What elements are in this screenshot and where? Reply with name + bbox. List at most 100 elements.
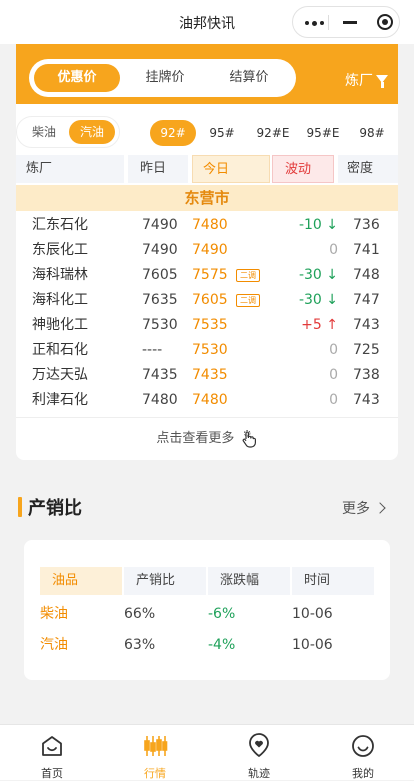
- price-change: 0: [278, 388, 338, 413]
- grade-92[interactable]: 92#: [150, 120, 196, 146]
- price-change-value: +5: [301, 317, 322, 333]
- ratio-header-date: 时间: [292, 567, 374, 595]
- tab-discount-price[interactable]: 优惠价: [34, 64, 120, 92]
- refinery-name: 海科化工: [32, 292, 88, 308]
- price-row[interactable]: 东辰化工 7490 7490 0 741: [16, 238, 398, 263]
- ratio-date: 10-06: [292, 606, 333, 622]
- nav-track[interactable]: 轨迹: [229, 725, 289, 781]
- grade-95e[interactable]: 95#E: [298, 120, 348, 146]
- density-value: 725: [353, 342, 380, 358]
- grade-92e[interactable]: 92#E: [248, 120, 298, 146]
- city-header: 东营市: [16, 185, 398, 211]
- yesterday-price: 7530: [142, 317, 178, 333]
- price-change-value: 0: [329, 367, 338, 383]
- yesterday-price: ----: [142, 342, 163, 358]
- density-value: 748: [353, 267, 380, 283]
- price-change: -10 ↓: [278, 213, 338, 238]
- arrow-down-icon: ↓: [321, 267, 338, 283]
- fuel-gasoline[interactable]: 汽油: [69, 120, 115, 144]
- price-type-tabs: 优惠价 挂牌价 结算价: [29, 59, 296, 97]
- today-price: 7530: [192, 342, 228, 358]
- close-icon[interactable]: [377, 14, 393, 30]
- refinery-name: 万达天弘: [32, 367, 88, 383]
- ratio-value: 63%: [124, 637, 156, 653]
- price-row[interactable]: 神驰化工 7530 7535 +5 ↑ 743: [16, 313, 398, 338]
- price-change: 0: [278, 338, 338, 363]
- density-value: 738: [353, 367, 380, 383]
- nav-market[interactable]: 行情: [125, 725, 185, 781]
- yesterday-price: 7605: [142, 267, 178, 283]
- filter-icon: [376, 75, 388, 88]
- price-change: 0: [278, 363, 338, 388]
- price-row[interactable]: 正和石化 ---- 7530 0 725: [16, 338, 398, 363]
- adjustment-badge: 二调: [236, 294, 260, 307]
- arrow-down-icon: ↓: [321, 292, 338, 308]
- price-row[interactable]: 海科瑞林 7605 7575 二调 -30 ↓ 748: [16, 263, 398, 288]
- yesterday-price: 7480: [142, 392, 178, 408]
- today-price: 7535: [192, 317, 228, 333]
- header-change: 波动: [272, 155, 334, 183]
- ratio-date: 10-06: [292, 637, 333, 653]
- price-row[interactable]: 万达天弘 7435 7435 0 738: [16, 363, 398, 388]
- grade-98[interactable]: 98#: [350, 120, 394, 146]
- refinery-name: 利津石化: [32, 392, 88, 408]
- fuel-type-switch: 柴油 汽油: [16, 116, 120, 148]
- density-value: 747: [353, 292, 380, 308]
- ratio-header-change: 涨跌幅: [208, 567, 290, 595]
- price-change: -30 ↓: [278, 263, 338, 288]
- price-change-value: -10: [298, 217, 322, 233]
- today-price: 7480: [192, 392, 228, 408]
- fuel-diesel[interactable]: 柴油: [21, 120, 67, 144]
- tab-list-price[interactable]: 挂牌价: [125, 64, 205, 92]
- ratio-more-link[interactable]: 更多: [342, 498, 386, 518]
- refinery-name: 东辰化工: [32, 242, 88, 258]
- today-price: 7605: [192, 292, 228, 308]
- refinery-name: 海科瑞林: [32, 267, 88, 283]
- density-value: 743: [353, 317, 380, 333]
- yesterday-price: 7435: [142, 367, 178, 383]
- refinery-name: 汇东石化: [32, 217, 88, 233]
- view-more-label: 点击查看更多: [156, 431, 235, 446]
- ratio-product: 柴油: [40, 606, 68, 622]
- tab-settlement-price[interactable]: 结算价: [209, 64, 289, 92]
- location-icon: [249, 733, 269, 757]
- refinery-filter-button[interactable]: 炼厂: [345, 70, 388, 90]
- arrow-down-icon: ↓: [321, 217, 338, 233]
- price-change-value: -30: [298, 292, 322, 308]
- price-change-value: 0: [329, 342, 338, 358]
- minimize-icon[interactable]: [343, 21, 357, 24]
- price-card: 柴油 汽油 92# 95# 92#E 95#E 98# 炼厂 昨日 今日 波动 …: [16, 104, 398, 460]
- yesterday-price: 7490: [142, 217, 178, 233]
- today-price: 7435: [192, 367, 228, 383]
- candlestick-icon: [144, 736, 168, 756]
- grade-95[interactable]: 95#: [200, 120, 244, 146]
- refinery-name: 神驰化工: [32, 317, 88, 333]
- price-row[interactable]: 汇东石化 7490 7480 -10 ↓ 736: [16, 213, 398, 238]
- price-row[interactable]: 利津石化 7480 7480 0 743: [16, 388, 398, 413]
- density-value: 741: [353, 242, 380, 258]
- nav-mine[interactable]: 我的: [333, 725, 393, 781]
- bottom-tab-bar: 首页 行情 轨迹 我的: [0, 724, 414, 780]
- ratio-card: 油品 产销比 涨跌幅 时间 柴油 66% -6% 10-06 汽油 63% -4…: [24, 540, 390, 680]
- ratio-header-ratio: 产销比: [124, 567, 206, 595]
- header-today: 今日: [192, 155, 270, 183]
- price-row[interactable]: 海科化工 7635 7605 二调 -30 ↓ 747: [16, 288, 398, 313]
- hand-pointer-icon: [242, 429, 256, 448]
- user-icon: [352, 735, 374, 757]
- more-icon[interactable]: [305, 20, 325, 26]
- ratio-product: 汽油: [40, 637, 68, 653]
- mini-program-capsule: [292, 6, 400, 38]
- today-price: 7480: [192, 217, 228, 233]
- arrow-up-icon: ↑: [321, 317, 338, 333]
- nav-home[interactable]: 首页: [22, 725, 82, 781]
- view-more-button[interactable]: 点击查看更多: [16, 417, 398, 460]
- ratio-header-product: 油品: [40, 567, 122, 595]
- yesterday-price: 7490: [142, 242, 178, 258]
- nav-bar: 油邦快讯: [0, 0, 414, 44]
- header-density: 密度: [347, 161, 374, 176]
- home-icon: [42, 736, 62, 756]
- price-change-value: 0: [329, 242, 338, 258]
- price-change: +5 ↑: [278, 313, 338, 338]
- price-change-value: 0: [329, 392, 338, 408]
- header-yesterday: 昨日: [140, 161, 167, 176]
